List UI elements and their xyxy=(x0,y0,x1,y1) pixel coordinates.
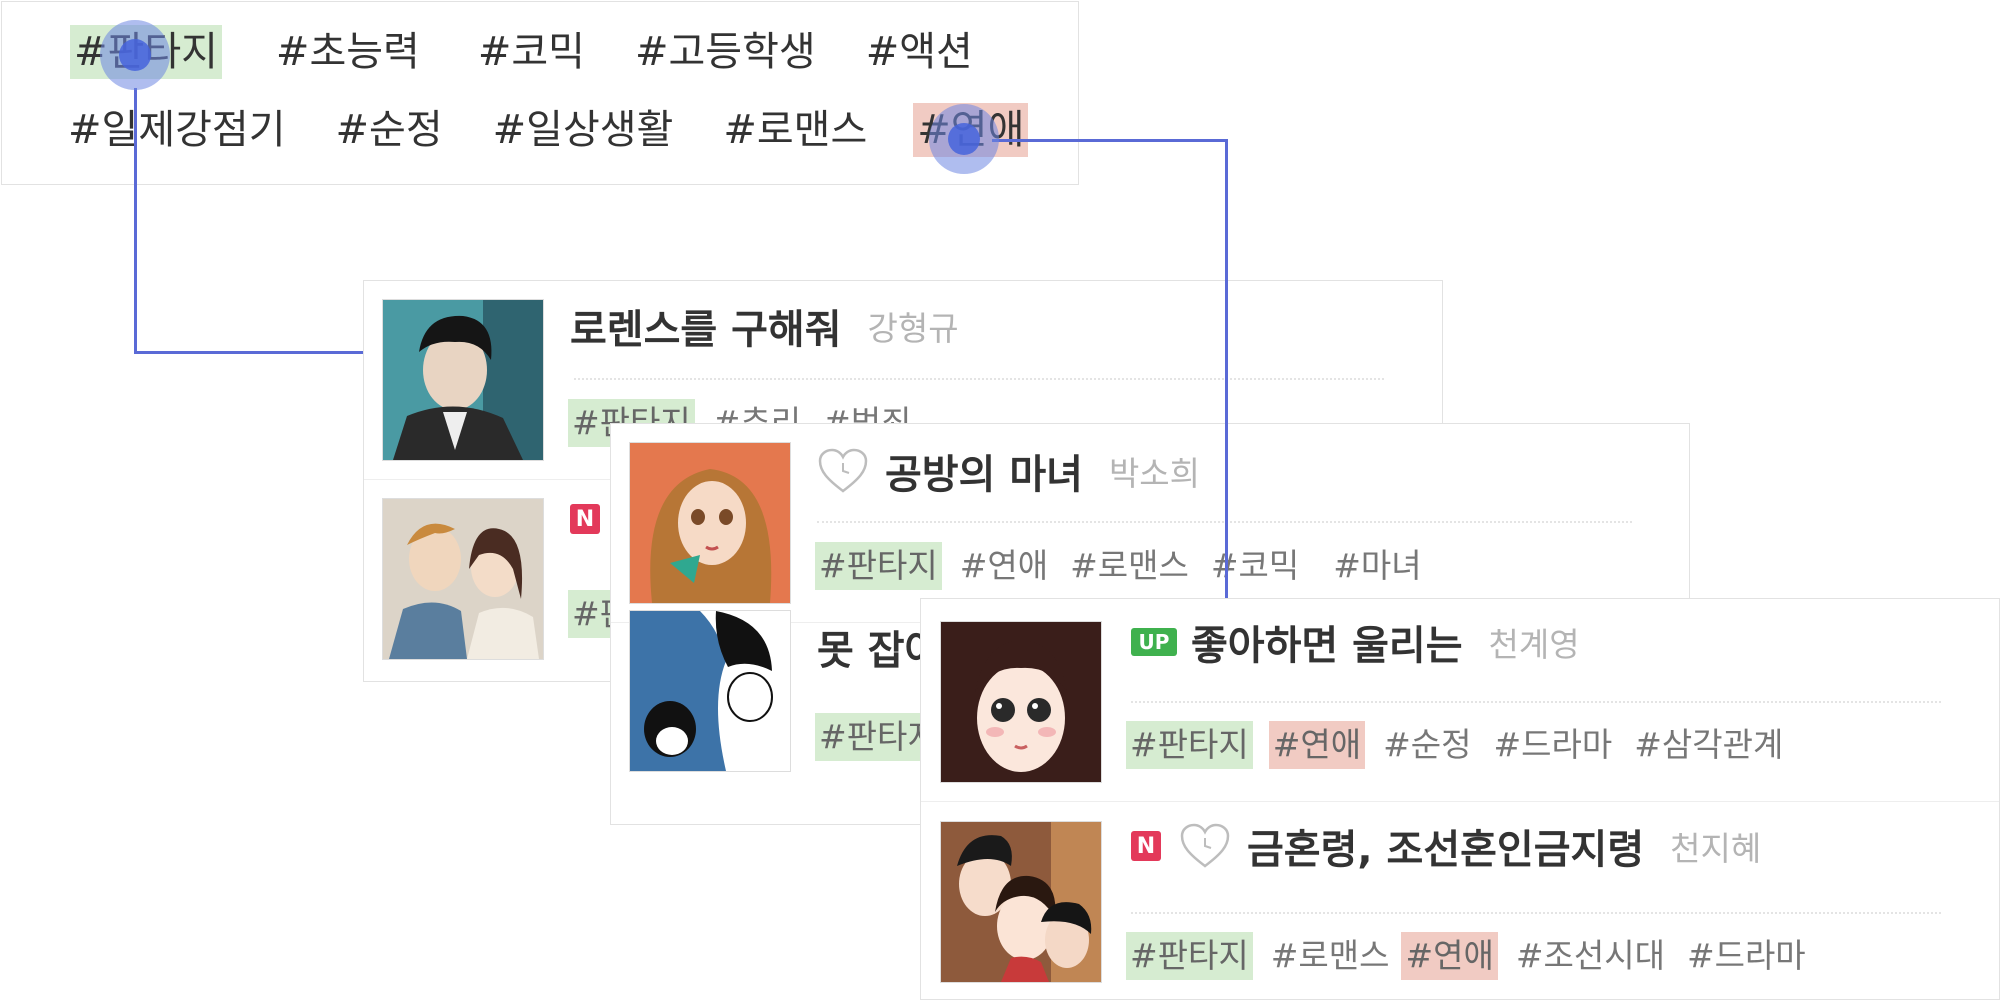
tag-comic[interactable]: #코믹 xyxy=(1207,542,1303,590)
list-item-love-alarm[interactable]: UP 좋아하면 울리는 천계영 #판타지 #연애 #순정 #드라마 #삼각관계 xyxy=(921,599,1999,783)
tag-fantasy[interactable]: #판타지 xyxy=(1126,721,1253,769)
thumbnail-couple[interactable] xyxy=(382,498,544,660)
thumbnail-cant-catch[interactable] xyxy=(629,610,791,772)
new-badge: N xyxy=(570,504,600,534)
divider xyxy=(1131,912,1941,914)
favorite-heart-icon[interactable] xyxy=(1179,822,1231,870)
tag-drama[interactable]: #드라마 xyxy=(1489,721,1616,769)
tag-pure-love[interactable]: #순정 xyxy=(332,103,447,157)
tag-row-2: #일제강점기 #순정 #일상생활 #로맨스 #연애 xyxy=(64,103,1029,157)
tag-joseon-era[interactable]: #조선시대 xyxy=(1512,932,1669,980)
webtoon-author: 천지혜 xyxy=(1670,829,1762,868)
tap-indicator xyxy=(100,20,170,90)
divider xyxy=(574,378,1384,380)
webtoon-title[interactable]: 좋아하면 울리는 xyxy=(1191,613,1463,671)
webtoon-title[interactable]: 금혼령, 조선혼인금지령 xyxy=(1247,817,1644,875)
list-item-marriage-ban[interactable]: N 금혼령, 조선혼인금지령 천지혜 #판타지 #로맨스 #연애 #조선시대 #… xyxy=(921,801,1999,983)
connector-line xyxy=(992,139,1228,142)
webtoon-author: 강형규 xyxy=(867,309,959,348)
tag-love-triangle[interactable]: #삼각관계 xyxy=(1630,721,1787,769)
tag-drama[interactable]: #드라마 xyxy=(1683,932,1810,980)
tag-romance[interactable]: #로맨스 xyxy=(1267,932,1394,980)
tag-fantasy[interactable]: #판타지 xyxy=(815,542,942,590)
webtoon-title[interactable]: 로렌스를 구해줘 xyxy=(570,297,842,355)
webtoon-author: 천계영 xyxy=(1488,625,1580,664)
tag-list: #판타지 #연애 #순정 #드라마 #삼각관계 xyxy=(1126,721,1801,769)
tag-list: #판타지 #로맨스 #연애 #조선시대 #드라마 xyxy=(1126,932,1824,980)
tag-action[interactable]: #액션 xyxy=(862,25,977,79)
webtoon-list-3: UP 좋아하면 울리는 천계영 #판타지 #연애 #순정 #드라마 #삼각관계 xyxy=(920,598,2000,1000)
title-line: 공방의 마녀 박소희 xyxy=(817,442,1200,500)
connector-line xyxy=(1225,139,1228,598)
tag-colonial-era[interactable]: #일제강점기 xyxy=(64,103,290,157)
tag-dating[interactable]: #연애 xyxy=(956,542,1052,590)
thumbnail-love-alarm[interactable] xyxy=(940,621,1102,783)
tag-highschool[interactable]: #고등학생 xyxy=(631,25,820,79)
list-item-lawrence[interactable]: 로렌스를 구해줘 강형규 #판타지 #추리 #범죄 xyxy=(364,281,1442,461)
connector-line xyxy=(134,351,363,354)
title-line: N 금혼령, 조선혼인금지령 천지혜 xyxy=(1131,817,1761,875)
tag-daily-life[interactable]: #일상생활 xyxy=(489,103,678,157)
webtoon-title[interactable]: 공방의 마녀 xyxy=(885,442,1083,500)
tag-filter-panel: #판타지 #초능력 #코믹 #고등학생 #액션 #일제강점기 #순정 #일상생활… xyxy=(1,1,1079,185)
tag-superpower[interactable]: #초능력 xyxy=(272,25,424,79)
tag-fantasy[interactable]: #판타지 xyxy=(1126,932,1253,980)
webtoon-author: 박소희 xyxy=(1108,454,1201,493)
title-line: UP 좋아하면 울리는 천계영 xyxy=(1131,613,1580,671)
tag-witch[interactable]: #마녀 xyxy=(1329,542,1425,590)
tag-romance[interactable]: #로맨스 xyxy=(719,103,871,157)
connector-line xyxy=(134,88,137,354)
tag-row-1: #판타지 #초능력 #코믹 #고등학생 #액션 xyxy=(70,25,977,79)
tag-pure-love[interactable]: #순정 xyxy=(1379,721,1475,769)
thumbnail-lawrence[interactable] xyxy=(382,299,544,461)
tap-indicator xyxy=(929,104,999,174)
thumbnail-marriage-ban[interactable] xyxy=(940,821,1102,983)
tag-dating[interactable]: #연애 xyxy=(1268,721,1366,769)
new-badge: N xyxy=(1131,831,1161,861)
tag-dating[interactable]: #연애 xyxy=(1401,932,1498,980)
tag-list: #판타지 #연애 #로맨스 #코믹 #마녀 xyxy=(815,542,1440,590)
tag-comic[interactable]: #코믹 xyxy=(474,25,589,79)
up-badge: UP xyxy=(1131,628,1177,656)
favorite-heart-icon[interactable] xyxy=(817,447,869,495)
title-line: 로렌스를 구해줘 강형규 xyxy=(570,297,959,355)
thumbnail-workshop-witch[interactable] xyxy=(629,442,791,604)
tag-romance[interactable]: #로맨스 xyxy=(1066,542,1193,590)
list-item-workshop-witch[interactable]: 공방의 마녀 박소희 #판타지 #연애 #로맨스 #코믹 #마녀 xyxy=(611,424,1689,604)
divider xyxy=(1131,701,1941,703)
